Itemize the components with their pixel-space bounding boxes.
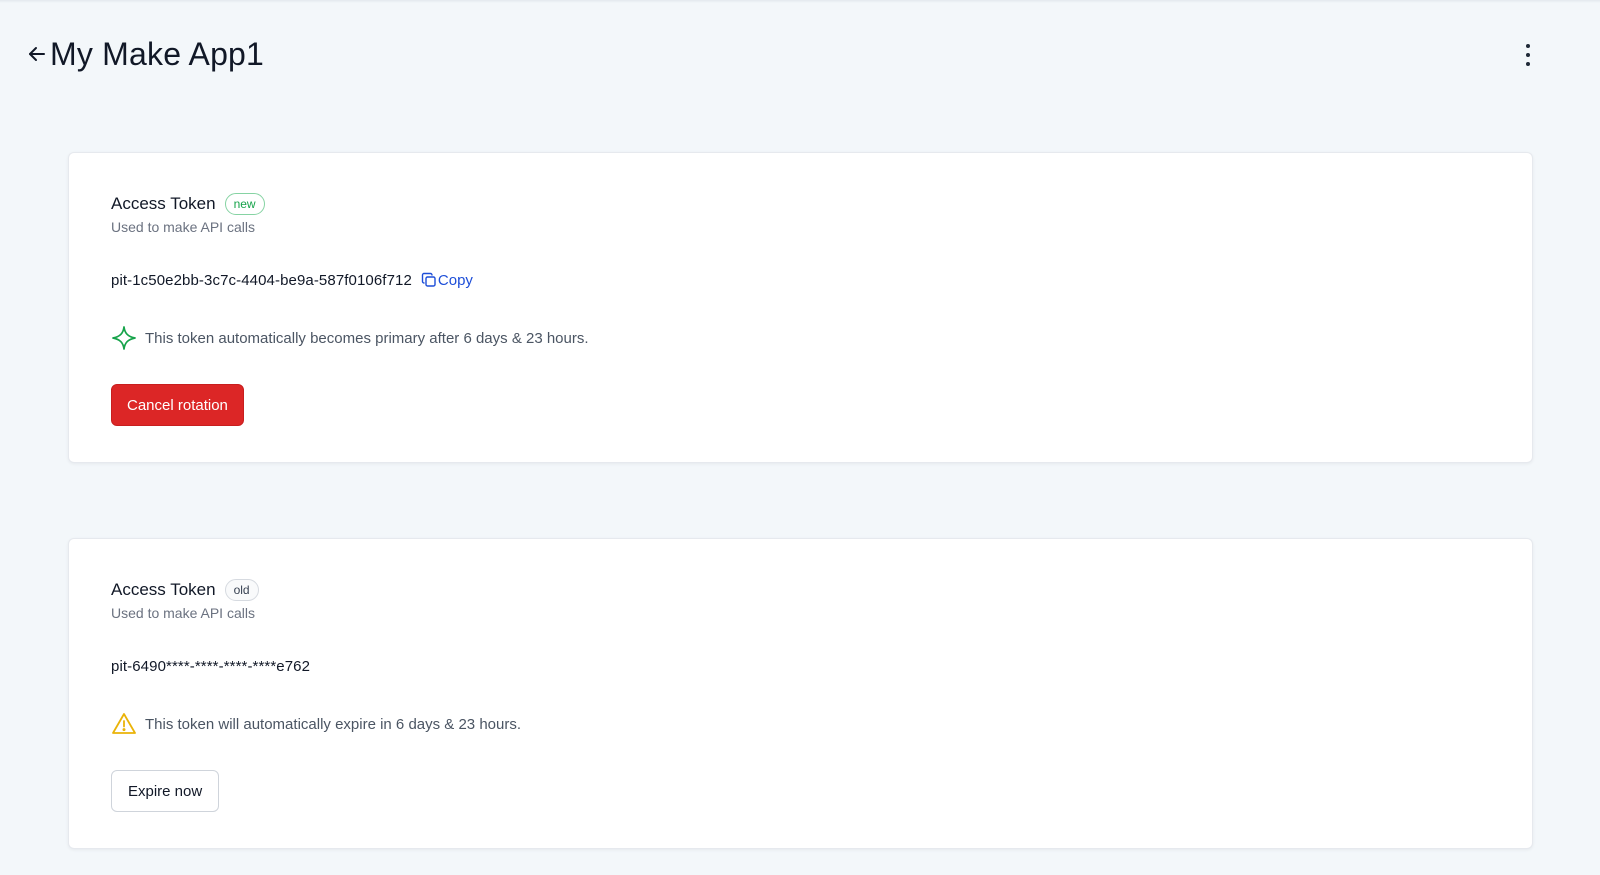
page-title: My Make App1	[50, 35, 265, 72]
menu-dot	[1526, 53, 1530, 57]
token-row: pit-6490****-****-****-****e762	[111, 655, 1490, 677]
card-subtitle: Used to make API calls	[111, 219, 255, 235]
notice-text: This token automatically becomes primary…	[145, 329, 589, 347]
new-token-card: Access Token new Used to make API calls …	[68, 152, 1533, 463]
card-subtitle: Used to make API calls	[111, 605, 255, 621]
notice-text: This token will automatically expire in …	[145, 715, 522, 733]
menu-dot	[1526, 44, 1530, 48]
copy-button[interactable]: Copy	[421, 272, 473, 289]
copy-label: Copy	[437, 271, 473, 289]
cancel-rotation-button[interactable]: Cancel rotation	[111, 384, 244, 426]
card-title-row: Access Token new	[111, 191, 1490, 217]
top-edge	[0, 0, 1600, 3]
masked-token-value: pit-6490****-****-****-****e762	[111, 657, 311, 675]
token-value: pit-1c50e2bb-3c7c-4404-be9a-587f0106f712	[111, 271, 412, 289]
sparkle-icon	[111, 325, 137, 351]
page-header: My Make App1	[26, 32, 264, 76]
old-badge: old	[224, 579, 259, 601]
card-title-row: Access Token old	[111, 577, 1490, 603]
copy-icon	[421, 272, 437, 288]
card-title: Access Token	[111, 580, 216, 599]
warning-icon	[111, 711, 137, 737]
token-row: pit-1c50e2bb-3c7c-4404-be9a-587f0106f712…	[111, 269, 1490, 291]
old-token-card: Access Token old Used to make API calls …	[68, 538, 1533, 849]
expiry-notice: This token will automatically expire in …	[111, 711, 1490, 737]
arrow-left-icon[interactable]	[26, 43, 48, 65]
more-vertical-icon[interactable]	[1520, 44, 1536, 66]
new-badge: new	[224, 193, 265, 215]
expire-now-button[interactable]: Expire now	[111, 770, 220, 812]
card-title: Access Token	[111, 194, 216, 213]
rotation-notice: This token automatically becomes primary…	[111, 325, 1490, 351]
menu-dot	[1526, 62, 1530, 66]
